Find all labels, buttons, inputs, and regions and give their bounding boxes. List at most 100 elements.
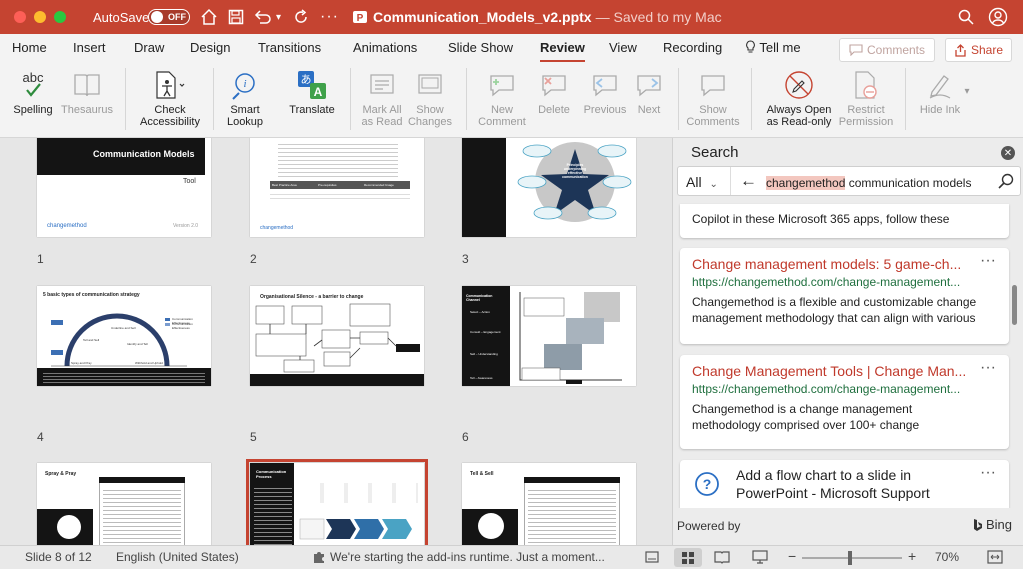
slide-thumbnail-7[interactable]: Spray & Pray (37, 463, 211, 545)
ribbon-review: abc Spelling Thesaurus Check Accessibilit… (0, 62, 1023, 138)
thesaurus-button[interactable]: Thesaurus (58, 66, 116, 116)
zoom-level[interactable]: 70% (935, 550, 959, 564)
help-result[interactable]: ? Add a flow chart to a slide in PowerPo… (680, 460, 1009, 508)
close-window-button[interactable] (14, 11, 26, 23)
tab-design[interactable]: Design (190, 40, 230, 55)
show-changes-button[interactable]: Show Changes (406, 66, 454, 128)
result-url[interactable]: https://changemethod.com/change-manageme… (692, 275, 992, 289)
spelling-button[interactable]: abc Spelling (10, 66, 56, 116)
tab-home[interactable]: Home (12, 40, 47, 55)
hide-ink-dropdown-icon[interactable]: ▾ (962, 86, 972, 98)
hide-ink-button[interactable]: Hide Ink (912, 66, 968, 116)
tab-tell-me[interactable]: Tell me (745, 40, 801, 55)
search-pane-title: Search (691, 144, 739, 161)
delete-comment-button[interactable]: Delete (532, 66, 576, 116)
save-icon[interactable] (228, 0, 244, 34)
search-result[interactable]: Change management models: 5 game-ch... ·… (680, 248, 1009, 344)
search-box[interactable]: All ⌄ ← changemethod communication model… (677, 166, 1021, 196)
check-accessibility-button[interactable]: Check Accessibility (134, 66, 206, 128)
chevron-down-icon: ⌄ (709, 179, 718, 190)
previous-comment-icon (593, 75, 617, 97)
tab-insert[interactable]: Insert (73, 40, 106, 55)
tab-transitions[interactable]: Transitions (258, 40, 321, 55)
phone-icon (478, 513, 504, 539)
search-result[interactable]: Change Management Tools | Change Man... … (680, 355, 1009, 449)
back-arrow-icon[interactable]: ← (740, 171, 757, 191)
comments-button[interactable]: Comments (839, 38, 935, 62)
show-changes-icon (418, 74, 442, 94)
search-query[interactable]: changemethod communication models (766, 176, 971, 190)
tab-slide-show[interactable]: Slide Show (448, 40, 513, 55)
lightbulb-icon (746, 40, 755, 53)
share-button[interactable]: Share (945, 38, 1012, 62)
language-status[interactable]: English (United States) (116, 550, 239, 564)
autosave-toggle[interactable]: OFF (148, 9, 190, 25)
title-bar: AutoSave OFF ▾ ··· P Communication_Model… (0, 0, 1023, 34)
close-pane-icon[interactable]: ✕ (1001, 146, 1015, 160)
more-options-icon[interactable]: ··· (980, 464, 996, 482)
previous-comment-button[interactable]: Previous (580, 66, 630, 116)
search-pane-scrollbar[interactable] (1012, 285, 1017, 325)
slide-thumbnail-4[interactable]: 5 basic types of communication strategy … (37, 286, 211, 386)
slide-thumbnail-3[interactable]: Principles underpinning effective commun… (462, 138, 636, 237)
result-url[interactable]: https://changemethod.com/change-manageme… (692, 382, 992, 396)
zoom-window-button[interactable] (54, 11, 66, 23)
tab-draw[interactable]: Draw (134, 40, 164, 55)
undo-dropdown-icon[interactable]: ▾ (276, 0, 281, 34)
slide-thumbnail-5[interactable]: Organisational Silence - a barrier to ch… (250, 286, 424, 386)
svg-text:あ: あ (301, 73, 312, 86)
slide-thumbnail-8[interactable]: Communication Process (246, 459, 428, 545)
new-comment-button[interactable]: New Comment (474, 66, 530, 128)
smart-lookup-button[interactable]: i Smart Lookup (221, 66, 269, 128)
powerpoint-icon: P (353, 11, 367, 24)
show-comments-button[interactable]: Show Comments (684, 66, 742, 128)
undo-icon[interactable] (254, 0, 272, 34)
more-options-icon[interactable]: ··· (980, 252, 996, 270)
search-icon[interactable] (958, 0, 974, 34)
account-icon[interactable] (988, 0, 1008, 34)
result-description: Changemethod is a flexible and customiza… (692, 295, 977, 325)
slide-thumbnail-1[interactable]: Communication Models Tool changemethod V… (37, 138, 211, 237)
zoom-slider[interactable] (802, 557, 902, 559)
result-title[interactable]: Change management models: 5 game-ch... (692, 256, 972, 272)
zoom-in-button[interactable]: + (908, 548, 916, 564)
more-options-icon[interactable]: ··· (320, 0, 339, 34)
slide-thumbnail-2[interactable]: Best Practice Area Pre-requisites Recommen… (250, 138, 424, 237)
slideshow-view-icon[interactable] (752, 550, 768, 567)
slide-sorter-view-button[interactable] (674, 548, 702, 567)
mark-all-as-read-button[interactable]: Mark All as Read (356, 66, 408, 128)
help-icon: ? (695, 472, 719, 496)
search-result-partial[interactable]: Copilot in these Microsoft 365 apps, fol… (680, 204, 1009, 238)
home-icon[interactable] (200, 0, 218, 34)
tab-view[interactable]: View (609, 40, 637, 55)
more-options-icon[interactable]: ··· (980, 359, 996, 377)
reading-view-icon[interactable] (714, 550, 730, 567)
next-comment-button[interactable]: Next (630, 66, 668, 116)
zoom-slider-thumb[interactable] (848, 551, 852, 565)
new-comment-icon (490, 75, 514, 97)
notes-icon[interactable] (645, 550, 659, 567)
tab-animations[interactable]: Animations (353, 40, 417, 55)
always-open-read-only-button[interactable]: Always Open as Read-only (762, 66, 836, 128)
translate-button[interactable]: あA Translate (283, 66, 341, 116)
search-scope-dropdown[interactable]: All ⌄ (686, 174, 718, 190)
grid-view-icon (682, 552, 694, 564)
result-title[interactable]: Change Management Tools | Change Man... (692, 363, 972, 379)
status-bar: Slide 8 of 12 English (United States) We… (0, 545, 1023, 569)
translate-icon: あA (298, 71, 326, 99)
result-description: Changemethod is a change management meth… (692, 402, 920, 432)
slide-thumbnail-9[interactable]: Tell & Sell (462, 463, 636, 545)
spelling-icon: abc (23, 70, 44, 97)
bing-icon (974, 518, 982, 531)
minimize-window-button[interactable] (34, 11, 46, 23)
restrict-permission-button[interactable]: Restrict Permission (836, 66, 896, 128)
svg-text:A: A (314, 85, 323, 99)
search-icon[interactable] (998, 173, 1014, 189)
tab-recording[interactable]: Recording (663, 40, 722, 55)
tab-review[interactable]: Review (540, 40, 585, 62)
redo-icon[interactable] (293, 0, 309, 34)
zoom-out-button[interactable]: − (788, 548, 796, 564)
slide-thumbnail-6[interactable]: Communication Channel Select – Action Co… (462, 286, 636, 386)
svg-text:i: i (243, 78, 246, 90)
fit-to-window-icon[interactable] (987, 550, 1003, 567)
